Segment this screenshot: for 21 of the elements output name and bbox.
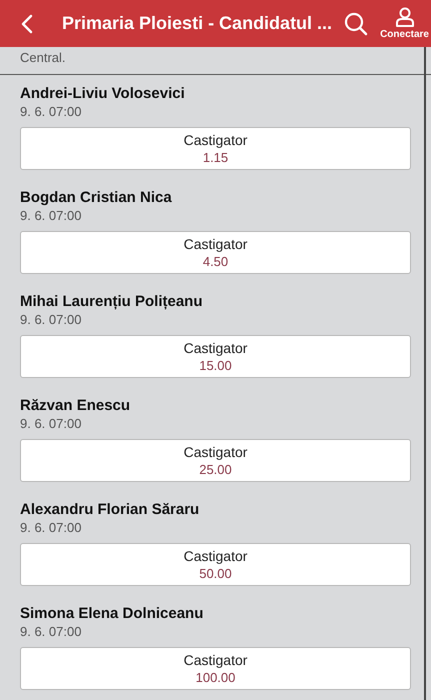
candidate-name: Mihai Laurențiu Polițeanu bbox=[20, 292, 204, 311]
subtitle-text: Central. bbox=[20, 50, 66, 65]
event-date: 9. 6. 07:00 bbox=[20, 311, 82, 328]
candidate-name: Simona Elena Dolniceanu bbox=[20, 604, 204, 623]
event-date: 9. 6. 07:00 bbox=[20, 207, 82, 224]
page-title: Primaria Ploiesti - Candidatul ... bbox=[62, 13, 332, 34]
login-button[interactable]: Conectare bbox=[380, 7, 429, 40]
odds-button[interactable]: Castigator 1.15 bbox=[20, 127, 411, 170]
candidate-name: Răzvan Enescu bbox=[20, 396, 132, 415]
odds-button[interactable]: Castigator 4.50 bbox=[20, 231, 411, 274]
odds-button[interactable]: Castigator 15.00 bbox=[20, 335, 411, 378]
odds-button[interactable]: Castigator 25.00 bbox=[20, 439, 411, 482]
odds-button[interactable]: Castigator 100.00 bbox=[20, 647, 411, 690]
event-date: 9. 6. 07:00 bbox=[20, 519, 82, 536]
event-date: 9. 6. 07:00 bbox=[20, 623, 82, 640]
candidate-name: Bogdan Cristian Nica bbox=[20, 188, 173, 207]
event-date: 9. 6. 07:00 bbox=[20, 103, 82, 120]
candidate-name: Andrei-Liviu Volosevici bbox=[20, 84, 186, 103]
candidate-name: Alexandru Florian Săraru bbox=[20, 500, 200, 519]
odds-button[interactable]: Castigator 50.00 bbox=[20, 543, 411, 586]
event-date: 9. 6. 07:00 bbox=[20, 415, 82, 432]
